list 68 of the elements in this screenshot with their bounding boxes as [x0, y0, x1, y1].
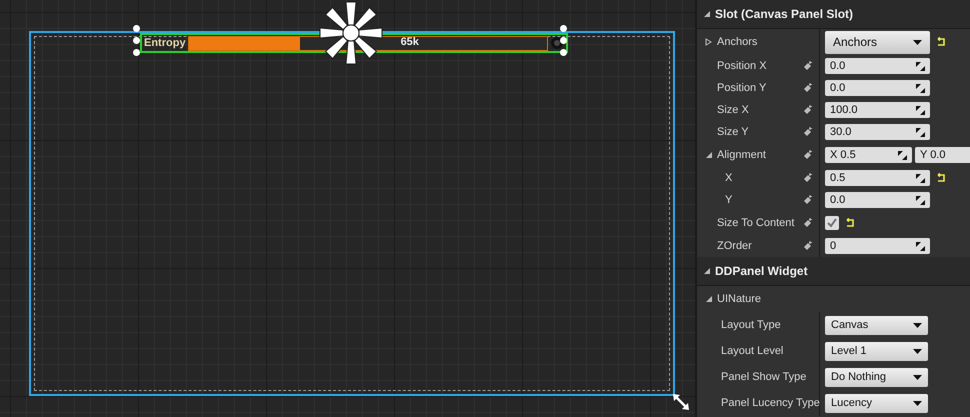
number-field[interactable]: 0.0: [825, 192, 930, 208]
dropdown[interactable]: Lucency: [825, 394, 928, 412]
drag-arrows-icon[interactable]: [916, 128, 925, 136]
expand-arrow-icon[interactable]: [705, 38, 713, 46]
drag-arrows-icon[interactable]: [916, 84, 925, 92]
caret-icon: [913, 322, 922, 328]
binding-icon[interactable]: [803, 173, 813, 183]
binding-icon[interactable]: [803, 150, 813, 160]
binding-icon[interactable]: [803, 241, 813, 251]
number-field[interactable]: Y 0.0: [915, 147, 970, 163]
anchors-dropdown[interactable]: Anchors: [825, 30, 930, 54]
number-field[interactable]: 30.0: [825, 124, 930, 140]
binding-icon[interactable]: [803, 105, 813, 115]
expand-arrow-icon[interactable]: [703, 10, 711, 18]
resize-arrow-icon[interactable]: [672, 393, 690, 411]
group-label: UINature: [717, 293, 762, 305]
drag-arrows-icon[interactable]: [916, 174, 925, 182]
property-label: Y: [725, 194, 732, 206]
property-label: Position Y: [717, 82, 766, 94]
binding-icon[interactable]: [803, 218, 813, 228]
drag-arrows-icon[interactable]: [898, 150, 907, 160]
reset-arrow-icon[interactable]: [936, 37, 946, 47]
progress-value: 65k: [400, 36, 419, 48]
binding-icon[interactable]: [803, 83, 813, 93]
binding-icon[interactable]: [803, 127, 813, 137]
property-label: Anchors: [717, 36, 758, 48]
property-label: Position X: [717, 60, 767, 72]
binding-icon[interactable]: [803, 61, 813, 71]
section-title: DDPanel Widget: [715, 264, 808, 278]
number-field[interactable]: 0.0: [825, 80, 930, 96]
binding-icon[interactable]: [803, 195, 813, 205]
drag-arrows-icon[interactable]: [916, 242, 925, 250]
property-label: Layout Type: [721, 319, 781, 331]
caret-icon: [913, 374, 922, 380]
property-label: Size To Content: [717, 217, 794, 229]
property-label: X: [725, 172, 732, 184]
property-label: Size Y: [717, 126, 749, 138]
drag-arrows-icon[interactable]: [916, 196, 925, 204]
property-label: Layout Level: [721, 345, 784, 357]
property-label: Alignment: [717, 149, 767, 161]
property-label: Size X: [717, 104, 749, 116]
number-field[interactable]: 0: [825, 238, 930, 254]
number-field[interactable]: 100.0: [825, 102, 930, 118]
section-title: Slot (Canvas Panel Slot): [715, 7, 854, 21]
expand-arrow-icon[interactable]: [705, 295, 713, 303]
section-header[interactable]: Slot (Canvas Panel Slot): [697, 0, 970, 29]
dropdown[interactable]: Canvas: [825, 316, 928, 334]
section-header[interactable]: DDPanel Widget: [697, 257, 970, 286]
dropdown[interactable]: Do Nothing: [825, 368, 928, 386]
expand-arrow-icon[interactable]: [703, 267, 711, 275]
checkbox[interactable]: [825, 216, 839, 230]
property-label: ZOrder: [717, 240, 752, 252]
property-label: Panel Lucency Type: [721, 397, 820, 409]
number-field[interactable]: 0.0: [825, 58, 930, 74]
reset-arrow-icon[interactable]: [936, 173, 946, 183]
caret-icon: [913, 400, 922, 406]
caret-icon: [913, 40, 922, 44]
number-field[interactable]: 0.5: [825, 170, 930, 186]
anchor-flower-icon[interactable]: [318, 1, 384, 65]
caret-icon: [913, 348, 922, 354]
widget-label: Entropy: [144, 37, 186, 49]
drag-arrows-icon[interactable]: [916, 62, 925, 70]
dropdown[interactable]: Level 1: [825, 342, 928, 360]
number-field[interactable]: X 0.5: [825, 147, 912, 163]
property-label: Panel Show Type: [721, 371, 806, 383]
reset-arrow-icon[interactable]: [845, 218, 855, 228]
drag-arrows-icon[interactable]: [916, 106, 925, 114]
expand-arrow-icon[interactable]: [705, 151, 713, 159]
